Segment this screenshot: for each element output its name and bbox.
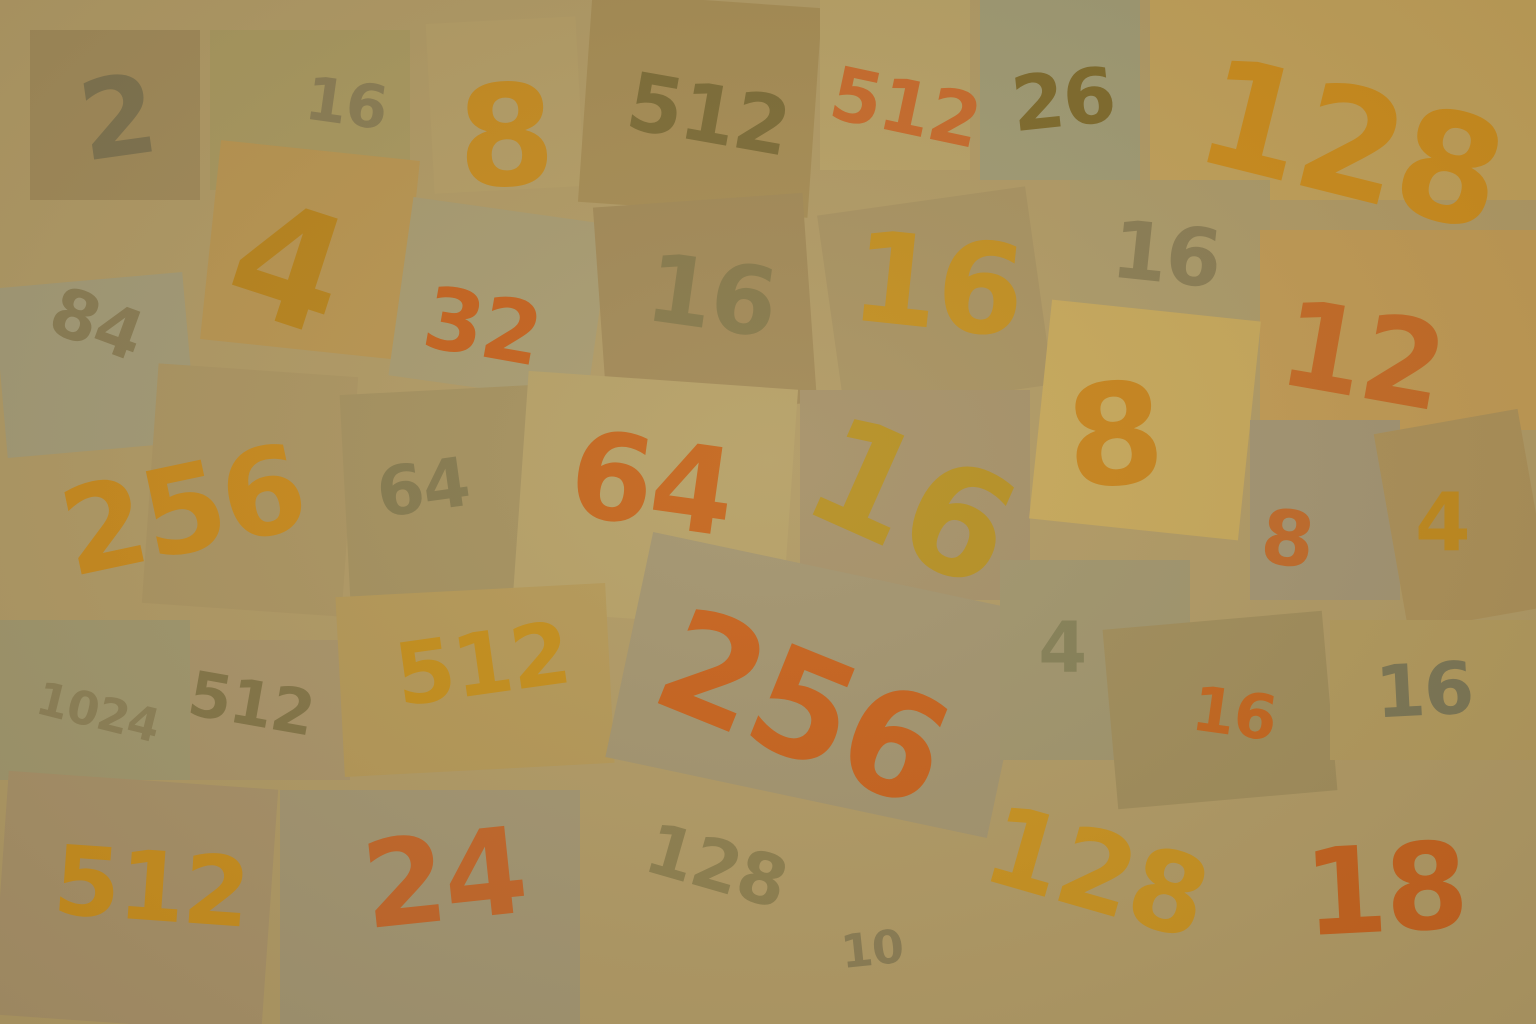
number-label: 32 [416,267,548,387]
number-collage: 2 16 8 512 512 26 128 4 84 32 16 16 16 12 256 64 64 16 8 8 4… [0,0,1536,1024]
number-label: 4 [1414,476,1471,569]
number-label: 64 [561,404,742,565]
number-label: 64 [371,442,474,535]
number-label: 128 [971,779,1221,965]
number-label: 8 [1061,351,1167,522]
number-label: 8 [1256,491,1318,586]
number-label: 16 [1373,645,1475,735]
number-label: 128 [636,807,796,925]
number-label: 18 [1300,816,1470,965]
number-label: 8 [454,54,556,221]
number-label: 4 [1038,607,1087,689]
number-label: 16 [844,202,1030,367]
number-label: 10 [838,918,906,980]
number-label: 2 [71,49,163,187]
number-label: 24 [356,801,532,958]
number-label: 16 [639,233,783,360]
number-label: 512 [50,824,252,950]
number-label: 12 [1270,273,1455,440]
number-label: 16 [300,63,392,145]
number-label: 26 [1007,49,1119,150]
number-label: 512 [388,603,576,727]
number-label: 16 [1187,671,1281,756]
number-label: 16 [1107,202,1225,307]
